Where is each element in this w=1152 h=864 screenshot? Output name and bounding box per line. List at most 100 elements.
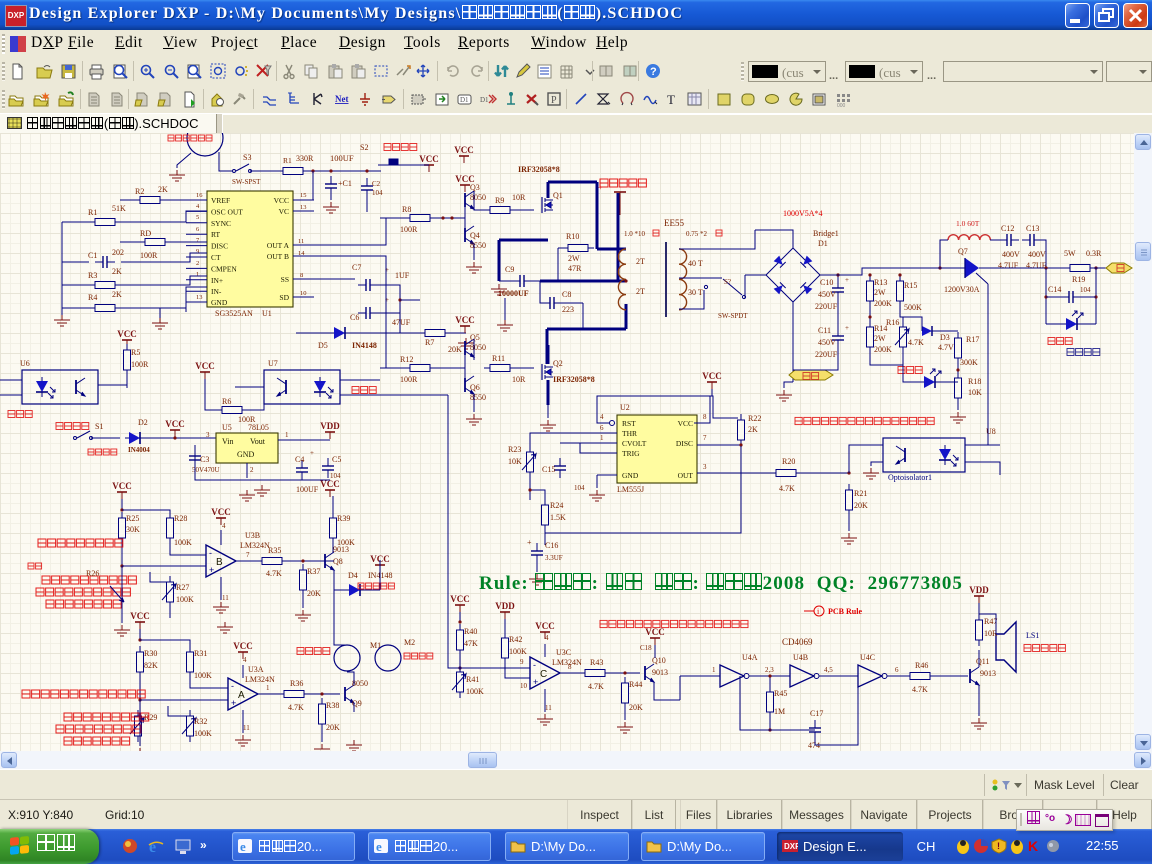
svg-text:20K: 20K	[854, 501, 868, 510]
svg-text:R15: R15	[904, 281, 917, 290]
svg-text:D5: D5	[318, 341, 328, 350]
svg-text:13: 13	[300, 204, 307, 211]
svg-text:100R: 100R	[140, 251, 158, 260]
svg-text:VCC: VCC	[233, 641, 253, 651]
svg-text:R27: R27	[176, 583, 189, 592]
svg-text:R18: R18	[968, 377, 981, 386]
svg-text:2K: 2K	[112, 267, 122, 276]
svg-text:+C1: +C1	[338, 179, 352, 188]
svg-text:10K: 10K	[968, 388, 982, 397]
svg-text:VCC: VCC	[645, 627, 665, 637]
svg-text:C: C	[540, 669, 547, 680]
svg-text:223: 223	[562, 305, 574, 314]
svg-text:VREF: VREF	[211, 196, 230, 205]
svg-text:D4: D4	[348, 571, 358, 580]
svg-text:CMPEN: CMPEN	[211, 264, 237, 273]
svg-text:Q10: Q10	[652, 656, 666, 665]
svg-text:VCC: VCC	[702, 371, 722, 381]
svg-text:10R: 10R	[512, 375, 526, 384]
svg-text:200K: 200K	[874, 345, 892, 354]
svg-text:+: +	[527, 538, 532, 547]
svg-text:5W: 5W	[1064, 249, 1076, 258]
svg-text:DISC: DISC	[676, 439, 693, 448]
svg-text:4.7K: 4.7K	[288, 703, 304, 712]
svg-text:1: 1	[285, 431, 289, 439]
svg-text:8: 8	[300, 272, 303, 279]
svg-text:U8: U8	[986, 427, 996, 436]
svg-text:Vin: Vin	[222, 437, 234, 446]
svg-text:R16: R16	[886, 318, 899, 327]
svg-text:10: 10	[520, 682, 528, 690]
svg-text:R4: R4	[88, 293, 97, 302]
svg-text:8050: 8050	[470, 193, 486, 202]
svg-text:8550: 8550	[470, 393, 486, 402]
svg-text:R38: R38	[326, 701, 339, 710]
svg-text:2K: 2K	[158, 185, 168, 194]
svg-text:SYNC: SYNC	[211, 219, 231, 228]
svg-text:4.7UF: 4.7UF	[998, 261, 1019, 270]
svg-text:51K: 51K	[112, 204, 126, 213]
svg-text:U7: U7	[268, 359, 278, 368]
svg-text:e: e	[240, 839, 246, 854]
svg-text:11: 11	[545, 704, 552, 712]
svg-text:4.7K: 4.7K	[266, 569, 282, 578]
svg-text:R30: R30	[144, 649, 157, 658]
svg-text:200K: 200K	[874, 299, 892, 308]
svg-text:2W: 2W	[568, 254, 580, 263]
svg-text:0.75 *2: 0.75 *2	[686, 230, 708, 238]
svg-text:C10: C10	[820, 278, 833, 287]
svg-text:RT: RT	[211, 230, 221, 239]
svg-text:400V: 400V	[1028, 250, 1046, 259]
svg-text:220UF: 220UF	[815, 350, 838, 359]
svg-text:C6: C6	[350, 313, 359, 322]
svg-text:S3: S3	[243, 153, 251, 162]
svg-text:PCB Rule: PCB Rule	[828, 607, 862, 616]
svg-text:C7: C7	[352, 263, 361, 272]
svg-text:VCC: VCC	[274, 196, 289, 205]
svg-text:VCC: VCC	[195, 361, 215, 371]
svg-text:20K: 20K	[307, 589, 321, 598]
svg-text:3: 3	[206, 431, 210, 439]
svg-text:Vout: Vout	[250, 437, 266, 446]
svg-text:R24: R24	[550, 501, 563, 510]
svg-text:78L05: 78L05	[248, 423, 269, 432]
svg-text:SW-SPST: SW-SPST	[232, 178, 261, 186]
svg-text:10: 10	[300, 290, 307, 297]
svg-text:C9: C9	[505, 265, 514, 274]
svg-text:+: +	[310, 449, 314, 457]
svg-text:R45: R45	[774, 689, 787, 698]
svg-text:Optoisolator1: Optoisolator1	[888, 473, 932, 482]
svg-text:VDD: VDD	[320, 421, 340, 431]
svg-text:R2: R2	[135, 187, 144, 196]
svg-text:Q6: Q6	[470, 383, 480, 392]
svg-text:Net: Net	[335, 94, 349, 104]
svg-text:Q5: Q5	[470, 333, 480, 342]
svg-text:100UF: 100UF	[296, 485, 319, 494]
svg-text:2K: 2K	[112, 290, 122, 299]
svg-text:15: 15	[300, 192, 307, 199]
svg-text:1: 1	[712, 666, 716, 674]
svg-text:4.7K: 4.7K	[588, 682, 604, 691]
svg-text:+: +	[845, 324, 849, 332]
svg-text:14: 14	[298, 250, 305, 257]
svg-text:Q7: Q7	[958, 247, 968, 256]
svg-text:100R: 100R	[400, 225, 418, 234]
svg-text:Q11: Q11	[976, 657, 989, 666]
svg-text:+: +	[845, 276, 849, 284]
svg-text:2W: 2W	[874, 334, 886, 343]
svg-text:4: 4	[600, 413, 604, 421]
svg-text:000: 000	[837, 103, 846, 108]
svg-text:16: 16	[196, 192, 203, 199]
svg-text:1200V30A: 1200V30A	[944, 285, 980, 294]
svg-text:450V: 450V	[818, 290, 836, 299]
svg-text:202: 202	[112, 248, 124, 257]
svg-text:U4A: U4A	[742, 653, 758, 662]
svg-text:100K: 100K	[337, 538, 355, 547]
svg-text:OUT A: OUT A	[267, 241, 290, 250]
svg-text:104: 104	[1080, 286, 1091, 294]
svg-text:100K: 100K	[466, 687, 484, 696]
svg-text:-: -	[231, 681, 234, 691]
svg-text:C12: C12	[1001, 224, 1014, 233]
svg-text:9013: 9013	[980, 669, 996, 678]
svg-text:C18: C18	[640, 644, 652, 652]
